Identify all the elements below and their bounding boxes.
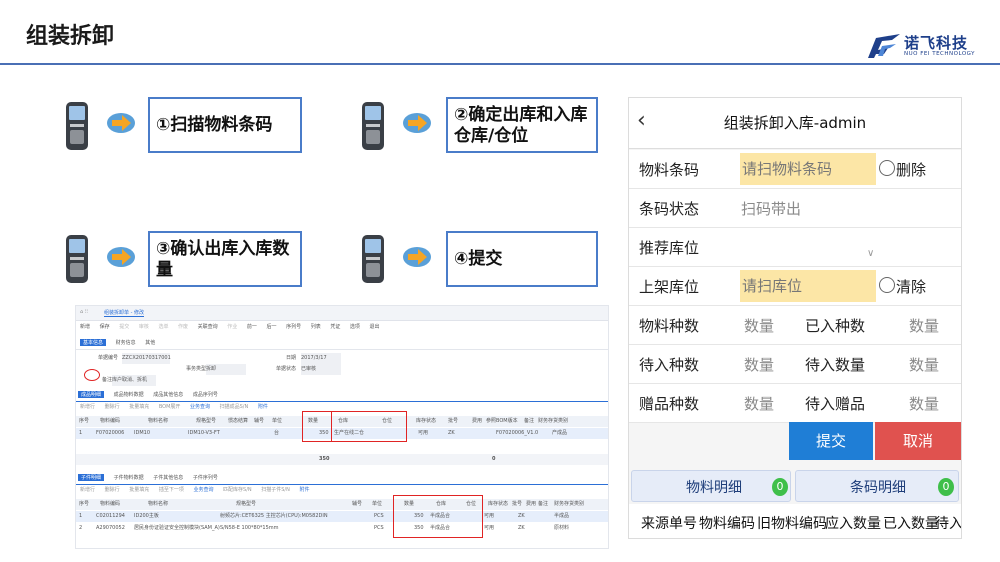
erp-tabs: 基本信息 财务信息 其他 [76,339,608,350]
barcode-status-row: 条码状态 扫码带出 [629,189,961,228]
arrow-right-icon [403,247,431,267]
tab-barcode-detail[interactable]: 条码明细 0 [795,470,959,502]
audited-stamp-icon [84,369,100,381]
toolbar-audit[interactable]: 审核 [139,323,149,330]
stats-row: 赠品种数 数量 待入赠品 数量 [629,384,961,423]
step-3-box: ③确认出库入库数量 [148,231,302,287]
grid2-header: 序号 物料编码 物料名称 规格型号 辅号 单位 数量 仓库 仓位 库存状态 批号… [76,499,608,510]
header-divider [0,63,1000,65]
tab-product-other[interactable]: 成品其他信息 [153,391,183,398]
remark-field[interactable]: 库户取消、拆机 [112,375,156,386]
count-badge: 0 [938,478,954,496]
clear-radio-label: 清除 [896,278,927,296]
mobile-title: 组装拆卸入库-admin [723,114,867,132]
logo-name: 诺飞科技 [904,34,969,52]
component-quantity-highlight [393,495,483,538]
erp-header-row: 事务类型 拆卸 单据状态 已审核 [76,364,608,375]
location-input[interactable]: 请扫库位 [740,270,876,302]
chevron-down-icon[interactable]: ∨ [867,248,874,259]
handheld-scanner-icon [362,102,384,150]
step-4-box: ④提交 [446,231,598,287]
page-title: 组装拆卸 [26,24,115,49]
erp-titlebar: ⌂ ⁝⁝ 组装拆卸单 - 修改 [76,306,608,321]
toolbar-save[interactable]: 保存 [100,323,110,330]
toolbar-exit[interactable]: 退出 [370,323,380,330]
toolbar-voucher[interactable]: 凭证 [330,323,340,330]
recommended-location-row: 推荐库位 ∨ [629,228,961,267]
toolbar-serial[interactable]: 序列号 [286,323,301,330]
toolbar-select[interactable]: 选单 [158,323,168,330]
toolbar-options[interactable]: 选项 [350,323,360,330]
toolbar-void[interactable]: 作废 [178,323,188,330]
barcode-status-value: 扫码带出 [741,200,802,218]
handheld-scanner-icon [362,235,384,283]
doc-number-field[interactable]: ZZCX20170317001 [122,353,171,364]
count-badge: 0 [772,478,788,496]
tab-material-detail[interactable]: 物料明细 0 [631,470,791,502]
step-2-box: ②确定出库和入库仓库/仓位 [446,97,598,153]
arrow-right-icon [403,113,431,133]
mobile-header: ‹ 组装拆卸入库-admin [629,98,961,149]
erp-breadcrumb[interactable]: 组装拆卸单 - 修改 [104,309,144,317]
delete-radio-label: 删除 [896,161,927,179]
erp-header-row: 备注 库户取消、拆机 [76,369,608,386]
tab-basic[interactable]: 基本信息 [80,339,107,346]
section2-subtoolbar: 新增行 删除行 批量填充 插至下一项 业务查询 匹配库存S/N 扫描子件S/N … [80,487,310,493]
grid1-total-row: 350 0 [76,454,608,465]
tab-component-other[interactable]: 子件其他信息 [153,474,183,481]
toolbar-next[interactable]: 后一 [266,323,276,330]
toolbar-list[interactable]: 列表 [311,323,321,330]
stats-row: 待入种数 数量 待入数量 数量 [629,345,961,384]
handheld-scanner-icon [66,235,88,283]
tab-product-serial[interactable]: 成品序列号 [193,391,218,398]
table-row[interactable]: 2 A29070052 居民身份证验证安全控制模块(SAM_A) S/N58-E… [76,523,608,534]
tab-component-detail[interactable]: 子件明细 [78,474,105,481]
warehouse-highlight [331,411,407,442]
step-1-box: ①扫描物料条码 [148,97,302,153]
arrow-right-icon [107,113,135,133]
quantity-highlight [302,411,332,442]
transaction-type-field[interactable]: 拆卸 [206,364,246,375]
tab-component-serial[interactable]: 子件序列号 [193,474,218,481]
mobile-app-screen: ‹ 组装拆卸入库-admin 物料条码 请扫物料条码 删除 条码状态 扫码带出 … [628,97,962,539]
toolbar-submit[interactable]: 提交 [119,323,129,330]
tab-product-data[interactable]: 成品物料数据 [114,391,144,398]
delete-radio[interactable] [879,160,895,176]
barcode-row: 物料条码 请扫物料条码 删除 [629,150,961,189]
tab-finance[interactable]: 财务信息 [116,339,136,346]
date-field[interactable]: 2017/3/17 [301,353,341,364]
tab-component-data[interactable]: 子件物料数据 [114,474,144,481]
doc-status-field[interactable]: 已审核 [301,364,341,375]
toolbar-query[interactable]: 关联查询 [198,323,218,330]
toolbar-job[interactable]: 作业 [227,323,237,330]
erp-screenshot: ⌂ ⁝⁝ 组装拆卸单 - 修改 新增 保存 提交 审核 选单 作废 关联查询 作… [75,305,609,549]
detail-columns-header: 来源单号 物料编码 旧物料编码 应入数量 已入数量 待入 [629,504,961,538]
tab-other[interactable]: 其他 [145,339,155,346]
tab-product-detail[interactable]: 成品明细 [78,391,105,398]
home-icon[interactable]: ⌂ ⁝⁝ [80,309,88,315]
stats-row: 物料种数 数量 已入种数 数量 [629,306,961,345]
handheld-scanner-icon [66,102,88,150]
toolbar-new[interactable]: 新增 [80,323,90,330]
material-barcode-input[interactable]: 请扫物料条码 [740,153,876,185]
submit-button[interactable]: 提交 [789,422,873,460]
toolbar-prev[interactable]: 前一 [247,323,257,330]
shelf-location-row: 上架库位 请扫库位 清除 [629,267,961,306]
logo-subtitle: NUO FEI TECHNOLOGY [904,51,976,57]
section2-tabs: 子件明细 子件物料数据 子件其他信息 子件序列号 [76,474,608,485]
section1-tabs: 成品明细 成品物料数据 成品其他信息 成品序列号 [76,391,608,402]
company-logo: 诺飞科技 NUO FEI TECHNOLOGY [866,32,986,62]
logo-icon [868,34,900,58]
erp-header-row: 单据编号 ZZCX20170317001 日期 2017/3/17 [76,353,608,364]
clear-radio[interactable] [879,277,895,293]
table-row[interactable]: 1 C02011294 ID200主板 射频芯片:CET6325 主控芯片(CP… [76,511,608,522]
arrow-right-icon [107,247,135,267]
erp-toolbar: 新增 保存 提交 审核 选单 作废 关联查询 作业 前一 后一 序列号 列表 凭… [76,323,608,333]
cancel-button[interactable]: 取消 [875,422,961,460]
